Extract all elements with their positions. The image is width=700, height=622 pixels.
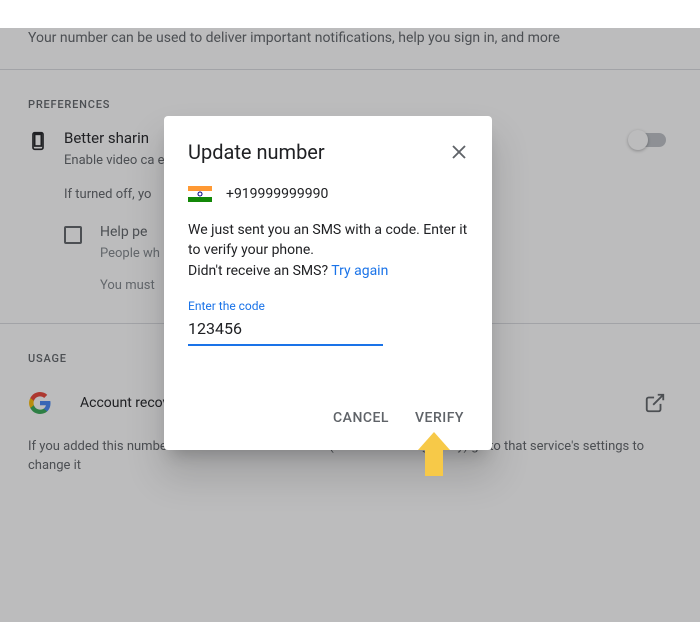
code-input[interactable] [188,315,383,346]
phone-display-row: +919999999990 [188,186,468,202]
dialog-body-text: We just sent you an SMS with a code. Ent… [188,220,468,281]
close-icon[interactable] [450,143,468,161]
dialog-title: Update number [188,140,325,164]
update-number-dialog: Update number +919999999990 We just sent… [164,116,492,450]
cancel-button[interactable]: CANCEL [329,404,393,432]
code-input-label: Enter the code [188,299,468,313]
try-again-link[interactable]: Try again [331,263,388,279]
annotation-arrow-icon [418,432,450,476]
phone-number-value: +919999999990 [226,186,328,202]
india-flag-icon [188,186,212,202]
verify-button[interactable]: VERIFY [411,404,468,432]
